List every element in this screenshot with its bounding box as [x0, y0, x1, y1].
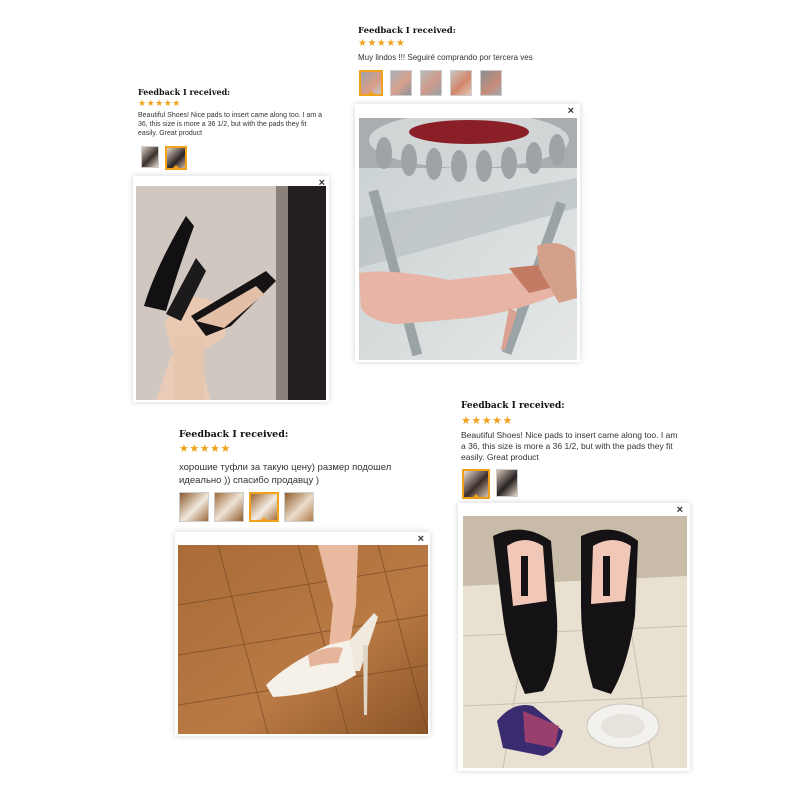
thumbnail[interactable] [141, 146, 159, 168]
thumbnail-selected[interactable] [249, 492, 279, 522]
thumbnail[interactable] [480, 70, 502, 96]
thumbnail[interactable] [450, 70, 472, 96]
review-photo [463, 516, 687, 768]
feedback-card-1: Feedback I received: ★★★★★ Beautiful Sho… [133, 82, 329, 180]
feedback-header: Feedback I received: [179, 429, 289, 440]
star-rating: ★★★★★ [461, 415, 513, 427]
thumbnail[interactable] [284, 492, 314, 522]
star-rating: ★★★★★ [179, 443, 231, 455]
feedback-text: Beautiful Shoes! Nice pads to insert cam… [461, 430, 678, 462]
feedback-text: Beautiful Shoes! Nice pads to insert cam… [138, 112, 323, 137]
thumbnail[interactable] [420, 70, 442, 96]
star-rating: ★★★★★ [358, 38, 406, 49]
feedback-header: Feedback I received: [138, 87, 231, 97]
feedback-text: хорошие туфли за такую цену) размер подо… [179, 462, 392, 486]
thumbnail-strip [359, 70, 502, 96]
thumbnail-selected[interactable] [359, 70, 383, 96]
review-photo [359, 118, 577, 360]
close-icon[interactable]: × [568, 105, 574, 117]
thumbnail-strip [462, 469, 518, 499]
thumbnail-selected[interactable] [165, 146, 187, 170]
feedback-text: Muy lindos !!! Seguiré comprando por ter… [358, 53, 533, 62]
thumbnail[interactable] [214, 492, 244, 522]
feedback-header: Feedback I received: [461, 401, 565, 411]
feedback-card-2: Feedback I received: ★★★★★ Muy lindos !!… [355, 22, 580, 104]
feedback-header: Feedback I received: [358, 26, 456, 36]
review-photo [136, 186, 326, 400]
thumbnail[interactable] [496, 469, 518, 497]
photo-popup-1: × [133, 176, 329, 402]
thumbnail-selected[interactable] [462, 469, 490, 499]
close-icon[interactable]: × [677, 504, 683, 516]
review-photo [178, 545, 428, 734]
thumbnail[interactable] [390, 70, 412, 96]
photo-popup-4: × [458, 503, 690, 771]
thumbnail-strip [141, 146, 187, 170]
feedback-card-4: Feedback I received: ★★★★★ Beautiful Sho… [456, 397, 686, 507]
feedback-card-3: Feedback I received: ★★★★★ хорошие туфли… [175, 425, 425, 535]
thumbnail-strip [179, 492, 314, 522]
close-icon[interactable]: × [418, 533, 424, 545]
photo-popup-2: × [355, 104, 580, 362]
photo-popup-3: × [175, 532, 430, 736]
star-rating: ★★★★★ [138, 98, 181, 108]
thumbnail[interactable] [179, 492, 209, 522]
